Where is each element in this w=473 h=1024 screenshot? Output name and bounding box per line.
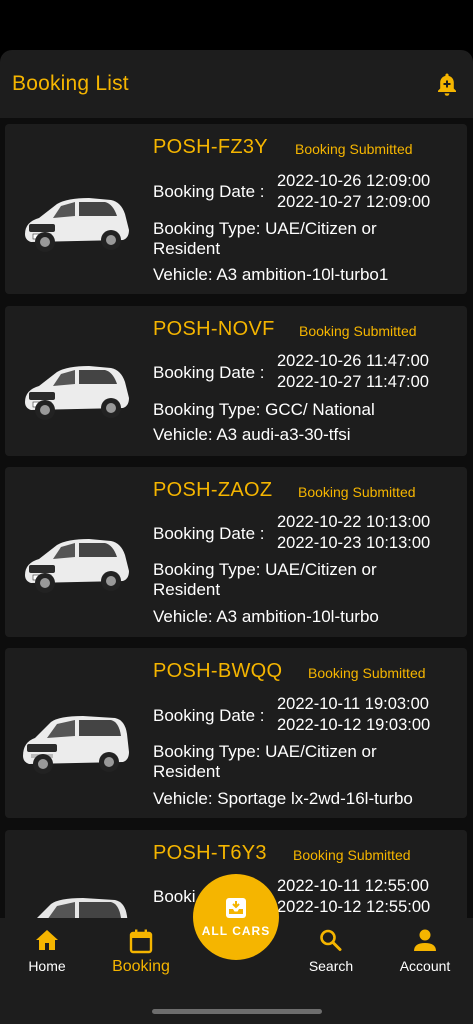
- booking-start: 2022-10-22 10:13:00: [277, 513, 431, 531]
- nav-search-label: Search: [308, 958, 354, 974]
- nav-home-label: Home: [28, 958, 66, 974]
- nav-booking[interactable]: Booking: [96, 928, 186, 976]
- bell-icon[interactable]: [435, 72, 459, 98]
- booking-code: POSH-ZAOZ: [153, 479, 273, 501]
- nav-account[interactable]: Account: [380, 928, 470, 974]
- status-badge: Booking Submitted: [295, 141, 413, 157]
- status-badge: Booking Submitted: [308, 665, 426, 681]
- calendar-icon: [129, 929, 153, 954]
- booking-code: POSH-FZ3Y: [153, 136, 268, 158]
- vehicle-name: Vehicle: Sportage lx-2wd-16l-turbo: [153, 789, 413, 808]
- car-image: [37, 898, 128, 918]
- booking-date-label: Booki: [153, 887, 196, 906]
- booking-dates: 2022-10-11 19:03:00 2022-10-12 19:03:00: [277, 694, 430, 736]
- booking-type: Booking Type: UAE/Citizen or Resident: [153, 560, 377, 599]
- booking-end: 2022-10-23 10:13:00: [277, 534, 431, 552]
- booking-type: Booking Type: UAE/Citizen or Resident: [153, 219, 377, 258]
- booking-type: Booking Type: UAE/Citizen or Resident: [153, 742, 377, 781]
- inbox-icon: [226, 898, 246, 918]
- booking-end: 2022-10-27 11:47:00: [277, 373, 429, 391]
- vehicle-name: Vehicle: A3 audi-a3-30-tfsi: [153, 425, 351, 444]
- car-image: [25, 366, 129, 420]
- vehicle-name: Vehicle: A3 ambition-10l-turbo: [153, 607, 379, 626]
- page-title: Booking List: [12, 72, 129, 95]
- booking-code: POSH-BWQQ: [153, 660, 283, 682]
- status-bar: [0, 0, 473, 50]
- booking-end: 2022-10-12 12:55:00: [277, 898, 431, 916]
- car-image: [25, 539, 129, 593]
- booking-card[interactable]: POSH-NOVF Booking Submitted Booking Date…: [5, 306, 467, 456]
- car-image: [23, 716, 129, 774]
- booking-dates: 2022-10-26 11:47:00 2022-10-27 11:47:00: [277, 351, 429, 393]
- app-header: Booking List: [0, 50, 473, 118]
- booking-start: 2022-10-26 11:47:00: [277, 352, 429, 370]
- booking-start: 2022-10-11 19:03:00: [277, 695, 429, 713]
- booking-date-label: Booking Date :: [153, 182, 265, 201]
- booking-end: 2022-10-12 19:03:00: [277, 716, 431, 734]
- nav-booking-label: Booking: [112, 958, 170, 975]
- search-icon: [320, 929, 342, 951]
- nav-search[interactable]: Search: [286, 928, 376, 974]
- booking-type: Booking Type: GCC/ National: [153, 400, 375, 419]
- home-indicator: [152, 1009, 322, 1014]
- status-badge: Booking Submitted: [299, 323, 417, 339]
- vehicle-name: Vehicle: A3 ambition-10l-turbo1: [153, 265, 389, 284]
- booking-dates: 2022-10-11 12:55:00 2022-10-12 12:55:00: [277, 876, 430, 918]
- all-cars-button[interactable]: ALL CARS: [193, 874, 279, 960]
- booking-code: POSH-NOVF: [153, 318, 275, 340]
- nav-account-label: Account: [399, 958, 451, 974]
- booking-end: 2022-10-27 12:09:00: [277, 193, 431, 211]
- status-badge: Booking Submitted: [298, 484, 416, 500]
- home-icon: [36, 930, 58, 950]
- status-badge: Booking Submitted: [293, 847, 411, 863]
- booking-date-label: Booking Date :: [153, 524, 265, 543]
- booking-card[interactable]: POSH-FZ3Y Booking Submitted Booking Date…: [5, 124, 467, 294]
- car-image: [25, 198, 129, 252]
- booking-start: 2022-10-11 12:55:00: [277, 877, 429, 895]
- booking-start: 2022-10-26 12:09:00: [277, 172, 431, 190]
- nav-home[interactable]: Home: [2, 928, 92, 974]
- booking-dates: 2022-10-22 10:13:00 2022-10-23 10:13:00: [277, 512, 430, 554]
- booking-dates: 2022-10-26 12:09:00 2022-10-27 12:09:00: [277, 171, 430, 213]
- booking-code: POSH-T6Y3: [153, 842, 267, 864]
- booking-date-label: Booking Date :: [153, 706, 265, 725]
- all-cars-label: ALL CARS: [201, 924, 271, 938]
- booking-card[interactable]: POSH-ZAOZ Booking Submitted Booking Date…: [5, 467, 467, 637]
- booking-card[interactable]: POSH-BWQQ Booking Submitted Booking Date…: [5, 648, 467, 818]
- person-icon: [414, 929, 436, 951]
- booking-list[interactable]: POSH-FZ3Y Booking Submitted Booking Date…: [0, 118, 473, 918]
- booking-date-label: Booking Date :: [153, 363, 265, 382]
